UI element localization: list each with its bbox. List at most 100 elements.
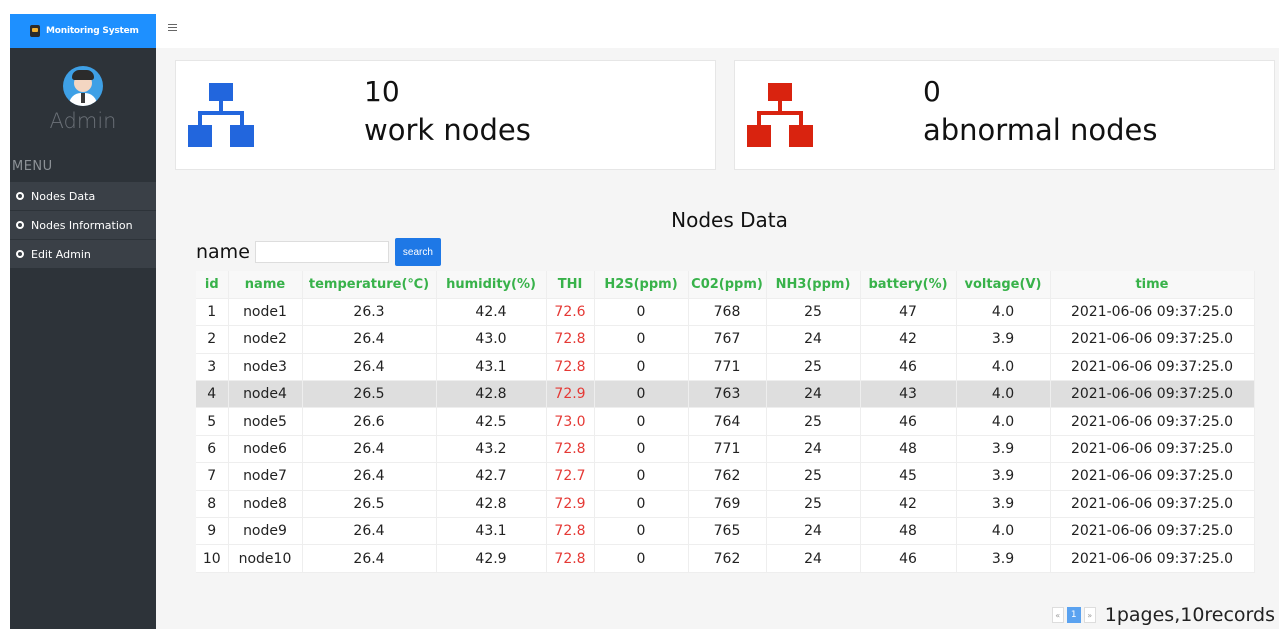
table-cell: 72.8 (546, 325, 595, 354)
table-cell: 42 (860, 325, 957, 354)
table-cell: 3 (196, 353, 229, 382)
table-cell: 24 (766, 544, 861, 573)
table-row[interactable]: 8 node8 26.5 42.8 72.9 0 769 25 42 3.9 2021-06-06 … (196, 490, 1255, 519)
brand-bar[interactable]: Monitoring System (10, 14, 156, 48)
column-header: time (1050, 271, 1255, 299)
table-cell: 3.9 (956, 544, 1051, 573)
table-row[interactable]: 5 node5 26.6 42.5 73.0 0 764 25 46 4.0 2021-06-06 … (196, 407, 1255, 436)
table-cell: 24 (766, 325, 861, 354)
table-cell: 4.0 (956, 407, 1051, 436)
table-cell: 24 (766, 517, 861, 546)
table-cell: 4.0 (956, 298, 1051, 327)
table-cell: 3.9 (956, 325, 1051, 354)
table-row[interactable]: 4 node4 26.5 42.8 72.9 0 763 24 43 4.0 2021-06-06 … (196, 380, 1255, 409)
work-nodes-count: 10 (364, 75, 400, 108)
sidebar-menu: Nodes Data Nodes Information Edit Admin (10, 182, 156, 269)
prev-page-button[interactable]: « (1051, 607, 1064, 623)
table-cell: 48 (860, 517, 957, 546)
table-cell: 46 (860, 407, 957, 436)
table-cell: 762 (688, 544, 767, 573)
search-button[interactable]: search (394, 238, 441, 266)
table-cell: 48 (860, 435, 957, 464)
table-cell: 46 (860, 544, 957, 573)
sidebar-item-nodes-information[interactable]: Nodes Information (10, 211, 156, 239)
circle-icon (16, 192, 24, 200)
table-row[interactable]: 9 node9 26.4 43.1 72.8 0 765 24 48 4.0 2021-06-06 … (196, 517, 1255, 546)
table-cell: 26.3 (302, 298, 437, 327)
sidebar-item-label: Edit Admin (31, 247, 91, 261)
table-cell: 2021-06-06 09:37:25.0 (1050, 435, 1255, 464)
column-header: C02(ppm) (688, 271, 767, 299)
search-label: name (196, 241, 250, 263)
table-cell: 72.8 (546, 353, 595, 382)
table-cell: node10 (228, 544, 303, 573)
table-row[interactable]: 2 node2 26.4 43.0 72.8 0 767 24 42 3.9 2021-06-06 … (196, 325, 1255, 354)
table-cell: node9 (228, 517, 303, 546)
table-cell: 2021-06-06 09:37:25.0 (1050, 462, 1255, 491)
menu-toggle-icon[interactable] (168, 24, 177, 31)
table-cell: 42.5 (436, 407, 547, 436)
table-cell: node5 (228, 407, 303, 436)
table-cell: 46 (860, 353, 957, 382)
table-cell: 2021-06-06 09:37:25.0 (1050, 380, 1255, 409)
table-cell: 768 (688, 298, 767, 327)
table-cell: 771 (688, 353, 767, 382)
user-name: Admin (49, 109, 117, 133)
table-cell: node7 (228, 462, 303, 491)
table-cell: 4.0 (956, 517, 1051, 546)
current-page-button[interactable]: 1 (1066, 607, 1081, 623)
column-header: H2S(ppm) (594, 271, 689, 299)
sidebar-item-nodes-data[interactable]: Nodes Data (10, 182, 156, 210)
table-cell: 0 (594, 544, 689, 573)
table-cell: 24 (766, 380, 861, 409)
app: Monitoring System Admin MENU Nodes Data … (0, 0, 1279, 629)
table-cell: 26.4 (302, 435, 437, 464)
table-row[interactable]: 6 node6 26.4 43.2 72.8 0 771 24 48 3.9 2021-06-06 … (196, 435, 1255, 464)
table-cell: 764 (688, 407, 767, 436)
table-row[interactable]: 1 node1 26.3 42.4 72.6 0 768 25 47 4.0 2021-06-06 … (196, 298, 1255, 327)
table-cell: 24 (766, 435, 861, 464)
table-cell: 762 (688, 462, 767, 491)
circle-icon (16, 250, 24, 258)
avatar-hair (72, 70, 94, 80)
circle-icon (16, 221, 24, 229)
search-input[interactable] (254, 241, 389, 263)
table-cell: 42.9 (436, 544, 547, 573)
abnormal-nodes-card: 0 abnormal nodes (734, 60, 1275, 170)
table-cell: 0 (594, 298, 689, 327)
page-title: Nodes Data (671, 208, 788, 232)
table-row[interactable]: 7 node7 26.4 42.7 72.7 0 762 25 45 3.9 2021-06-06 … (196, 462, 1255, 491)
table-cell: 6 (196, 435, 229, 464)
table-cell: 769 (688, 490, 767, 519)
network-alert-icon (747, 83, 813, 147)
table-row[interactable]: 10 node10 26.4 42.9 72.8 0 762 24 46 3.9 2021-06-0… (196, 544, 1255, 573)
table-cell: 9 (196, 517, 229, 546)
avatar-tie (81, 93, 85, 103)
monitor-logo-icon (30, 25, 40, 37)
table-cell: 72.9 (546, 490, 595, 519)
table-cell: node8 (228, 490, 303, 519)
table-cell: 43.2 (436, 435, 547, 464)
table-cell: 26.5 (302, 380, 437, 409)
table-row[interactable]: 3 node3 26.4 43.1 72.8 0 771 25 46 4.0 2021-06-06 … (196, 353, 1255, 382)
table-cell: 26.5 (302, 490, 437, 519)
table-cell: 2021-06-06 09:37:25.0 (1050, 407, 1255, 436)
table-cell: 43.1 (436, 353, 547, 382)
table-cell: 2021-06-06 09:37:25.0 (1050, 298, 1255, 327)
table-cell: 767 (688, 325, 767, 354)
table-cell: 72.6 (546, 298, 595, 327)
table-cell: 10 (196, 544, 229, 573)
nodes-table: id name temperature(℃) humidity(%) THI H2S(pp… (196, 271, 1255, 573)
table-cell: 2021-06-06 09:37:25.0 (1050, 517, 1255, 546)
table-cell: 42.8 (436, 380, 547, 409)
table-cell: 72.8 (546, 517, 595, 546)
table-cell: 0 (594, 380, 689, 409)
sidebar-item-edit-admin[interactable]: Edit Admin (10, 240, 156, 268)
table-cell: 4.0 (956, 380, 1051, 409)
sidebar-item-label: Nodes Data (31, 189, 96, 203)
table-cell: 25 (766, 353, 861, 382)
abnormal-nodes-label: abnormal nodes (923, 113, 1158, 147)
table-cell: 73.0 (546, 407, 595, 436)
table-body: 1 node1 26.3 42.4 72.6 0 768 25 47 4.0 2021-06-06 … (196, 298, 1255, 573)
next-page-button[interactable]: » (1083, 607, 1096, 623)
